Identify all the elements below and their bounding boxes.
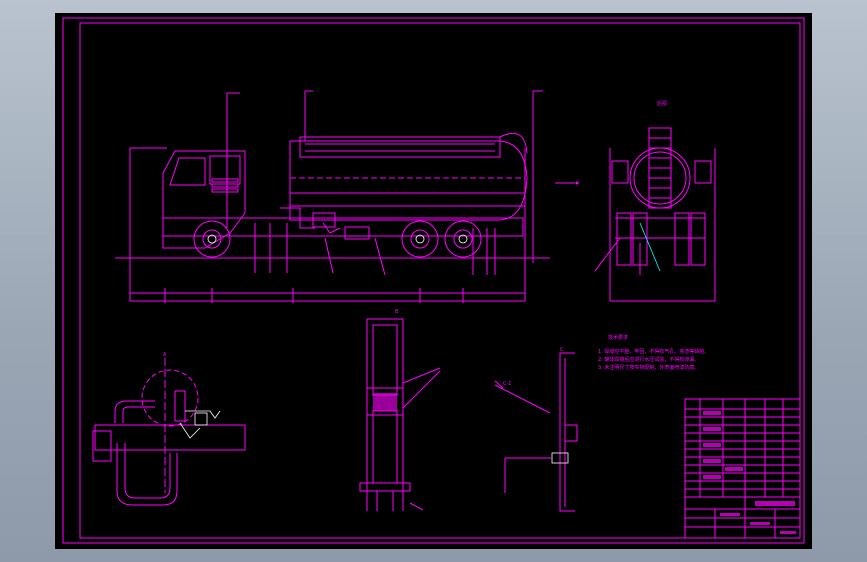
detail-ref-label: C-1 bbox=[503, 381, 511, 387]
note-1: 1. 焊缝应平整、牢固，不得有气孔、夹渣等缺陷。 bbox=[598, 348, 709, 355]
notes-title: 技术要求 bbox=[608, 334, 628, 341]
truck-rear-view: 后视 bbox=[594, 100, 716, 302]
detail-b-column: B bbox=[359, 309, 441, 511]
cad-drawing: 后视 A B C C-1 技术要求 1. 焊缝应平整、牢固，不得有气孔、夹渣等缺… bbox=[62, 17, 805, 544]
section-a-label: A bbox=[163, 352, 167, 358]
sheet-inner-border bbox=[79, 22, 801, 539]
section-c-label: C bbox=[560, 347, 564, 353]
section-b-label: B bbox=[395, 309, 399, 315]
cad-viewport[interactable]: 后视 A B C C-1 技术要求 1. 焊缝应平整、牢固，不得有气孔、夹渣等缺… bbox=[55, 13, 812, 549]
note-2: 2. 罐体焊接后应进行水压试验，不得有渗漏。 bbox=[598, 356, 699, 363]
detail-c-bracket: C C-1 bbox=[494, 347, 578, 512]
rear-view-label: 后视 bbox=[657, 100, 667, 107]
title-block bbox=[684, 398, 801, 539]
truck-side-view bbox=[115, 90, 579, 303]
technical-notes: 技术要求 1. 焊缝应平整、牢固，不得有气孔、夹渣等缺陷。 2. 罐体焊接后应进… bbox=[598, 334, 709, 371]
note-3: 3. 未注明尺寸按实物配制，外表面喷漆防腐。 bbox=[598, 364, 699, 371]
sheet-outer-border bbox=[62, 17, 805, 544]
detail-a-piping: A bbox=[92, 352, 246, 506]
